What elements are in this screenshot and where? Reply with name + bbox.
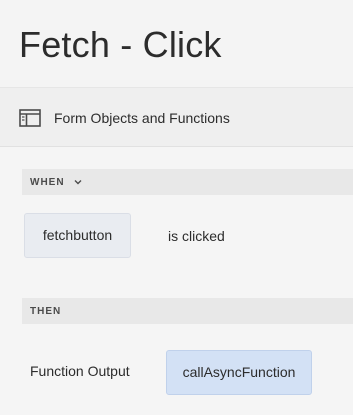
- chevron-down-icon[interactable]: [74, 178, 82, 186]
- form-objects-toggle[interactable]: Form Objects and Functions: [54, 110, 230, 126]
- when-label: WHEN: [30, 177, 65, 188]
- panel-toggle-icon[interactable]: [19, 109, 41, 127]
- function-output-action[interactable]: Function Output: [30, 363, 130, 379]
- editor-toolbar: Form Objects and Functions: [0, 88, 353, 147]
- when-section-header[interactable]: WHEN: [22, 169, 353, 195]
- then-label: THEN: [30, 306, 62, 317]
- then-section-header: THEN: [22, 298, 353, 324]
- page-header: Fetch - Click: [0, 0, 353, 88]
- rule-editor: WHEN fetchbutton is clicked THEN Functio…: [0, 147, 353, 415]
- function-chip[interactable]: callAsyncFunction: [166, 350, 312, 395]
- fetchbutton-object-chip[interactable]: fetchbutton: [24, 213, 131, 258]
- page-title: Fetch - Click: [19, 24, 222, 65]
- event-condition[interactable]: is clicked: [168, 228, 225, 244]
